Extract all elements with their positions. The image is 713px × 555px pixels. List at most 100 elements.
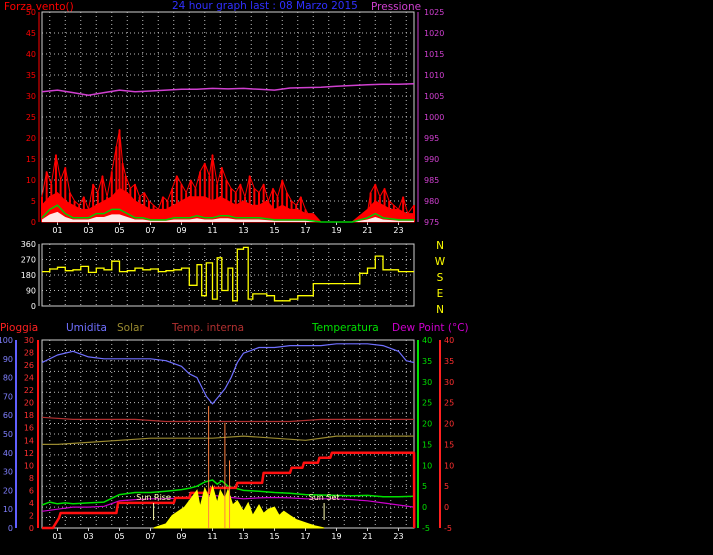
pressure-axis-tick-label: 1020	[424, 29, 444, 38]
outdoor-panel-x-tick-label: 17	[300, 532, 310, 541]
dewpoint-axis-tick-label: 20	[444, 420, 454, 429]
dewpoint-axis-tick-label: 40	[444, 336, 454, 345]
outdoor-panel-x-tick-label: 01	[52, 532, 62, 541]
rain-axis-tick-label: 18	[24, 411, 34, 420]
wind-panel-x-tick-label: 23	[393, 226, 403, 235]
direction-axis-tick-label: 180	[21, 271, 36, 280]
wind-axis-tick-label: 40	[26, 50, 36, 59]
rain-axis-tick-label: 26	[24, 361, 34, 370]
dewpoint-axis-tick-label: 5	[444, 482, 449, 491]
dewpoint-axis-tick-label: 10	[444, 461, 454, 470]
wind-panel-x-tick-label: 17	[300, 226, 310, 235]
temperature-axis-tick-label: 15	[422, 440, 432, 449]
chart-title: 24 hour graph last : 08 Marzo 2015	[172, 0, 358, 12]
dewpoint-axis-tick-label: 0	[444, 503, 449, 512]
pressure-axis-tick-label: 1005	[424, 92, 444, 101]
rain-axis-tick-label: 4	[29, 499, 34, 508]
rain-axis-tick-label: 16	[24, 424, 34, 433]
dewpoint-axis-label: Dew Point (°C)	[392, 322, 469, 334]
compass-label: N	[436, 304, 444, 316]
rain-axis-tick-label: 10	[24, 461, 34, 470]
outdoor-panel-x-tick-label: 09	[176, 532, 186, 541]
outdoor-panel-x-tick-label: 23	[393, 532, 403, 541]
temperature-axis-tick-label: -5	[422, 524, 430, 533]
pressure-axis-tick-label: 1015	[424, 50, 444, 59]
wind-axis-tick-label: 50	[26, 8, 36, 17]
outdoor-panel-x-tick-label: 21	[362, 532, 372, 541]
pressure-axis-tick-label: 1010	[424, 71, 444, 80]
pressure-axis-tick-label: 975	[424, 218, 439, 227]
outdoor-panel-x-tick-label: 11	[207, 532, 217, 541]
rain-axis-tick-label: 2	[29, 511, 34, 520]
direction-axis-tick-label: 90	[26, 287, 36, 296]
compass-label: S	[437, 272, 444, 284]
wind-axis-tick-label: 10	[26, 176, 36, 185]
humidity-axis-tick-label: 60	[3, 411, 13, 420]
direction-axis-tick-label: 270	[21, 256, 36, 265]
temperature-axis-tick-label: 0	[422, 503, 427, 512]
temperature-axis-tick-label: 25	[422, 399, 432, 408]
wind-panel-x-tick-label: 07	[145, 226, 155, 235]
temperature-axis-tick-label: 40	[422, 336, 432, 345]
wind-axis-tick-label: 45	[26, 29, 36, 38]
dewpoint-axis-tick-label: 30	[444, 378, 454, 387]
outdoor-panel-x-tick-label: 15	[269, 532, 279, 541]
rain-axis-tick-label: 6	[29, 486, 34, 495]
pressure-axis-label: Pressione	[371, 1, 421, 13]
outdoor-panel-x-tick-label: 19	[331, 532, 341, 541]
wind-panel-x-tick-label: 15	[269, 226, 279, 235]
dewpoint-axis-tick-label: -5	[444, 524, 452, 533]
wind-panel-x-tick-label: 01	[52, 226, 62, 235]
pressure-axis-tick-label: 985	[424, 176, 439, 185]
humidity-axis-tick-label: 100	[0, 336, 13, 345]
pressure-axis-tick-label: 995	[424, 134, 439, 143]
internal-temp-legend-label: Temp. interna	[171, 322, 244, 334]
wind-axis-tick-label: 5	[31, 197, 36, 206]
wind-axis-tick-label: 15	[26, 155, 36, 164]
temperature-axis-tick-label: 20	[422, 420, 432, 429]
wind-axis-tick-label: 0	[31, 218, 36, 227]
dewpoint-axis-tick-label: 15	[444, 440, 454, 449]
humidity-axis-tick-label: 90	[3, 355, 13, 364]
wind-panel-x-tick-label: 11	[207, 226, 217, 235]
humidity-axis-tick-label: 30	[3, 468, 13, 477]
pressure-axis-tick-label: 990	[424, 155, 439, 164]
outdoor-panel-x-tick-label: 07	[145, 532, 155, 541]
wind-panel-x-tick-label: 09	[176, 226, 186, 235]
wind-axis-tick-label: 35	[26, 71, 36, 80]
rain-axis-tick-label: 22	[24, 386, 34, 395]
rain-axis-tick-label: 24	[24, 374, 34, 383]
humidity-axis-tick-label: 70	[3, 392, 13, 401]
compass-label: W	[435, 256, 446, 268]
humidity-axis-tick-label: 20	[3, 486, 13, 495]
wind-panel-x-tick-label: 19	[331, 226, 341, 235]
sunrise-label: Sun Rise	[136, 493, 171, 502]
temperature-axis-label: Temperatura	[311, 322, 379, 334]
dewpoint-axis-tick-label: 35	[444, 357, 454, 366]
wind-speed-axis-label: Forza vento()	[4, 1, 74, 13]
rain-axis-tick-label: 28	[24, 349, 34, 358]
temperature-axis-tick-label: 5	[422, 482, 427, 491]
outdoor-panel-x-tick-label: 05	[114, 532, 124, 541]
humidity-axis-tick-label: 40	[3, 449, 13, 458]
outdoor-panel-x-tick-label: 03	[83, 532, 93, 541]
pressure-axis-tick-label: 1000	[424, 113, 444, 122]
wind-panel-x-tick-label: 21	[362, 226, 372, 235]
humidity-axis-tick-label: 0	[8, 524, 13, 533]
weather-graphs: Forza vento() 24 hour graph last : 08 Ma…	[0, 0, 713, 555]
wind-axis-tick-label: 20	[26, 134, 36, 143]
rain-axis-tick-label: 30	[24, 336, 34, 345]
wind-panel-x-tick-label: 03	[83, 226, 93, 235]
humidity-axis-label: Umidita	[66, 322, 107, 334]
direction-axis-tick-label: 360	[21, 240, 36, 249]
humidity-axis-tick-label: 10	[3, 505, 13, 514]
temperature-axis-tick-label: 10	[422, 461, 432, 470]
solar-legend-label: Solar	[117, 322, 144, 334]
temperature-axis-tick-label: 30	[422, 378, 432, 387]
humidity-axis-tick-label: 80	[3, 374, 13, 383]
wind-axis-tick-label: 25	[26, 113, 36, 122]
rain-axis-tick-label: 14	[24, 436, 34, 445]
compass-label: E	[437, 288, 444, 300]
outdoor-panel-x-tick-label: 13	[238, 532, 248, 541]
pressure-axis-tick-label: 1025	[424, 8, 444, 17]
